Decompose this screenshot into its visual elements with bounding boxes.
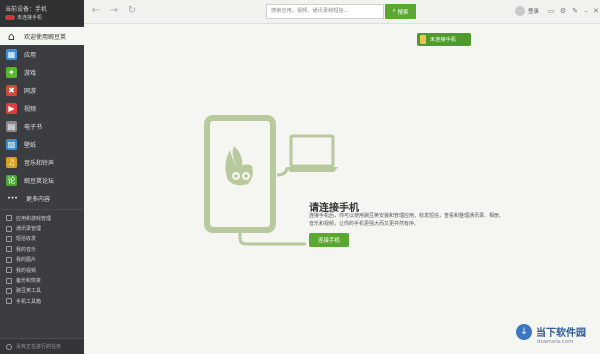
- home-icon: ⌂: [8, 29, 15, 43]
- sidebar-item-label: 网游: [24, 87, 37, 95]
- gamepad-icon: ✦: [6, 66, 17, 78]
- phone-icon: [420, 35, 426, 44]
- sidebar-item[interactable]: 论豌豆荚论坛: [0, 171, 84, 189]
- tool-icon: [6, 287, 12, 294]
- tool-item-label: 应用和游戏管理: [16, 215, 52, 222]
- sidebar-item-label: 更多内容: [26, 195, 51, 203]
- phone-illustration: [204, 115, 276, 233]
- settings-icon[interactable]: ⚙: [558, 6, 568, 16]
- sidebar-item-label: 应用: [24, 51, 37, 59]
- laptop-illustration: [289, 134, 335, 168]
- sidebar-item[interactable]: ✦ 游戏: [0, 63, 84, 81]
- sidebar-item[interactable]: ▤ 电子书: [0, 117, 84, 135]
- watermark-title: 当下软件园: [536, 328, 586, 339]
- tool-item-label: 通讯录管理: [16, 226, 42, 233]
- tool-icon: [6, 215, 12, 222]
- sidebar-item[interactable]: ▧ 壁纸: [0, 135, 84, 153]
- tool-item[interactable]: 豌豆荚工具: [0, 286, 84, 296]
- apps-icon: ▦: [6, 48, 17, 60]
- sidebar-item[interactable]: ⌂ 欢迎使用豌豆荚: [0, 27, 84, 45]
- sidebar-item[interactable]: ▶ 视频: [0, 99, 84, 117]
- tool-icon: [6, 225, 12, 232]
- tool-item-label: 备份和恢复: [16, 278, 42, 285]
- tool-item[interactable]: 我的图片: [0, 255, 84, 265]
- video-icon: ▶: [6, 102, 17, 114]
- search-button[interactable]: ⌕ 搜索: [385, 4, 416, 19]
- device-header[interactable]: 当前设备：手机 未连接手机: [0, 0, 84, 26]
- connect-phone-button[interactable]: 连接手机: [309, 233, 349, 247]
- tool-icon: [6, 277, 12, 284]
- connection-status: 未连接手机: [5, 14, 42, 21]
- device-name: 当前设备：手机: [5, 6, 48, 13]
- minimize-icon[interactable]: –: [581, 6, 591, 16]
- tool-item-label: 手机工具箱: [16, 298, 42, 305]
- sidebar-item-label: 电子书: [24, 123, 43, 131]
- sidebar-item[interactable]: ✖ 网游: [0, 81, 84, 99]
- tool-icon: [6, 256, 12, 263]
- tool-item[interactable]: 我的音乐: [0, 244, 84, 254]
- tool-icon: [6, 246, 12, 253]
- sidebar-item-label: 音乐和铃声: [24, 159, 55, 167]
- tool-icon: [6, 298, 12, 305]
- tool-icon: [6, 267, 12, 274]
- sidebar-item-label: 视频: [24, 105, 37, 113]
- tool-item-label: 短信收发: [16, 236, 37, 243]
- tools-icon[interactable]: ✎: [570, 6, 580, 16]
- sidebar-item[interactable]: ▦ 应用: [0, 45, 84, 63]
- forward-arrow-icon[interactable]: →: [108, 5, 120, 17]
- sidebar-item-label: 欢迎使用豌豆荚: [24, 33, 67, 41]
- connect-description: 连接手机后，你可以使用豌豆荚安装和管理应用，收发短信，查看和整理通讯录、相册、音…: [309, 213, 505, 227]
- tool-item-label: 我的图片: [16, 257, 37, 264]
- usb-cable: [276, 167, 289, 177]
- login-link[interactable]: 登录: [528, 7, 539, 15]
- connect-badge-label: 未连接手机: [430, 37, 456, 43]
- connection-label: 未连接手机: [17, 15, 43, 21]
- ebook-icon: ▤: [6, 120, 17, 132]
- avatar[interactable]: [515, 6, 525, 16]
- tool-item[interactable]: 通讯录管理: [0, 223, 84, 233]
- tool-icon: [6, 235, 12, 242]
- tool-item-label: 豌豆荚工具: [16, 288, 42, 295]
- tool-item[interactable]: 我的视频: [0, 265, 84, 275]
- connect-illustration: [204, 115, 338, 246]
- task-status-label: 没有正在进行的任务: [16, 344, 62, 350]
- sidebar-item[interactable]: ♫ 音乐和铃声: [0, 153, 84, 171]
- music-icon: ♫: [6, 156, 17, 168]
- status-indicator-icon: [5, 15, 15, 20]
- message-icon[interactable]: ▭: [546, 6, 556, 16]
- task-status-bar[interactable]: 没有正在进行的任务: [0, 338, 84, 354]
- sidebar-nav: ⌂ 欢迎使用豌豆荚 ▦ 应用 ✦ 游戏 ✖ 网游 ▶ 视频 ▤ 电子书 ▧ 壁纸 ♫ 音乐和铃声论豌豆荚论坛 •…: [0, 27, 84, 207]
- task-icon: [6, 343, 12, 350]
- pea-pod-logo: [225, 146, 253, 186]
- more-icon: •••: [6, 192, 19, 204]
- sidebar-item[interactable]: ••• 更多内容: [0, 189, 84, 207]
- tool-item-label: 我的视频: [16, 267, 37, 274]
- forum-icon: 论: [6, 174, 17, 186]
- watermark-logo-icon: ↓: [516, 324, 532, 340]
- search-input[interactable]: 搜索应用、视频、通讯录和短信…: [266, 4, 384, 19]
- sidebar-item-label: 壁纸: [24, 141, 37, 149]
- tool-item-label: 我的音乐: [16, 246, 37, 253]
- wallpaper-icon: ▧: [6, 138, 17, 150]
- top-toolbar: ← → ↻ 搜索应用、视频、通讯录和短信… ⌕ 搜索 登录 ▭ ⚙ ✎ – ✕: [84, 0, 600, 24]
- tool-item[interactable]: 短信收发: [0, 234, 84, 244]
- sidebar-item-label: 游戏: [24, 69, 37, 77]
- sidebar: 当前设备：手机 未连接手机 ⌂ 欢迎使用豌豆荚 ▦ 应用 ✦ 游戏 ✖ 网游 ▶ 视频 ▤ 电子书 ▧ 壁…: [0, 0, 84, 354]
- watermark-url: downxia.com: [537, 339, 574, 345]
- page-title: 请连接手机: [309, 203, 359, 214]
- tool-item[interactable]: 备份和恢复: [0, 275, 84, 285]
- tool-item[interactable]: 手机工具箱: [0, 296, 84, 306]
- sidebar-tools: 应用和游戏管理 通讯录管理短信收发我的音乐我的图片我的视频备份和恢复豌豆荚工具手机…: [0, 209, 84, 307]
- sidebar-item-label: 豌豆荚论坛: [24, 177, 55, 185]
- back-arrow-icon[interactable]: ←: [90, 5, 102, 17]
- connect-phone-badge[interactable]: 未连接手机: [417, 33, 471, 46]
- tool-item[interactable]: 应用和游戏管理: [0, 213, 84, 223]
- close-icon[interactable]: ✕: [591, 6, 600, 16]
- search-button-label: 搜索: [397, 9, 409, 16]
- online-game-icon: ✖: [6, 84, 17, 96]
- refresh-icon[interactable]: ↻: [126, 5, 138, 17]
- search-icon: ⌕: [392, 8, 396, 14]
